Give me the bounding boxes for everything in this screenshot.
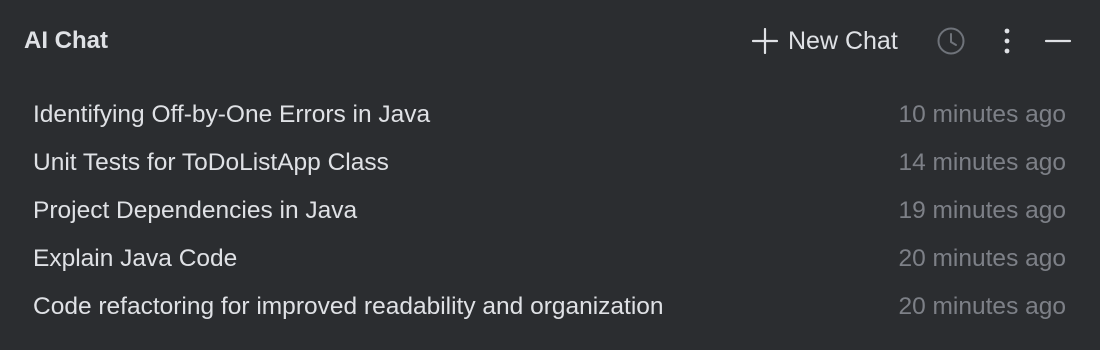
chat-title: Unit Tests for ToDoListApp Class xyxy=(33,149,389,176)
chat-timestamp: 20 minutes ago xyxy=(898,245,1066,272)
chat-history-list: Identifying Off-by-One Errors in Java 10… xyxy=(0,91,1100,331)
plus-icon xyxy=(752,28,778,54)
vertical-ellipsis-icon xyxy=(1002,27,1012,55)
chat-title: Code refactoring for improved readabilit… xyxy=(33,293,664,320)
chat-history-item[interactable]: Explain Java Code 20 minutes ago xyxy=(0,235,1100,283)
new-chat-label: New Chat xyxy=(788,27,898,55)
chat-timestamp: 20 minutes ago xyxy=(898,293,1066,320)
chat-history-item[interactable]: Identifying Off-by-One Errors in Java 10… xyxy=(0,91,1100,139)
chat-history-item[interactable]: Project Dependencies in Java 19 minutes … xyxy=(0,187,1100,235)
minus-icon xyxy=(1044,38,1072,44)
chat-history-item[interactable]: Unit Tests for ToDoListApp Class 14 minu… xyxy=(0,139,1100,187)
chat-timestamp: 10 minutes ago xyxy=(898,101,1066,128)
chat-history-item[interactable]: Code refactoring for improved readabilit… xyxy=(0,283,1100,331)
new-chat-button[interactable]: New Chat xyxy=(752,22,898,60)
chat-title: Project Dependencies in Java xyxy=(33,197,358,224)
chat-timestamp: 19 minutes ago xyxy=(898,197,1066,224)
chat-title: Identifying Off-by-One Errors in Java xyxy=(33,101,431,128)
panel-header: AI Chat New Chat xyxy=(0,0,1100,82)
clock-icon xyxy=(936,26,966,56)
chat-title: Explain Java Code xyxy=(33,245,238,272)
more-options-button[interactable] xyxy=(990,24,1024,58)
panel-title: AI Chat xyxy=(24,27,108,54)
history-button[interactable] xyxy=(934,24,968,58)
minimize-button[interactable] xyxy=(1041,24,1075,58)
chat-timestamp: 14 minutes ago xyxy=(898,149,1066,176)
ai-chat-panel: AI Chat New Chat Identifying Off-by-One … xyxy=(0,0,1100,350)
